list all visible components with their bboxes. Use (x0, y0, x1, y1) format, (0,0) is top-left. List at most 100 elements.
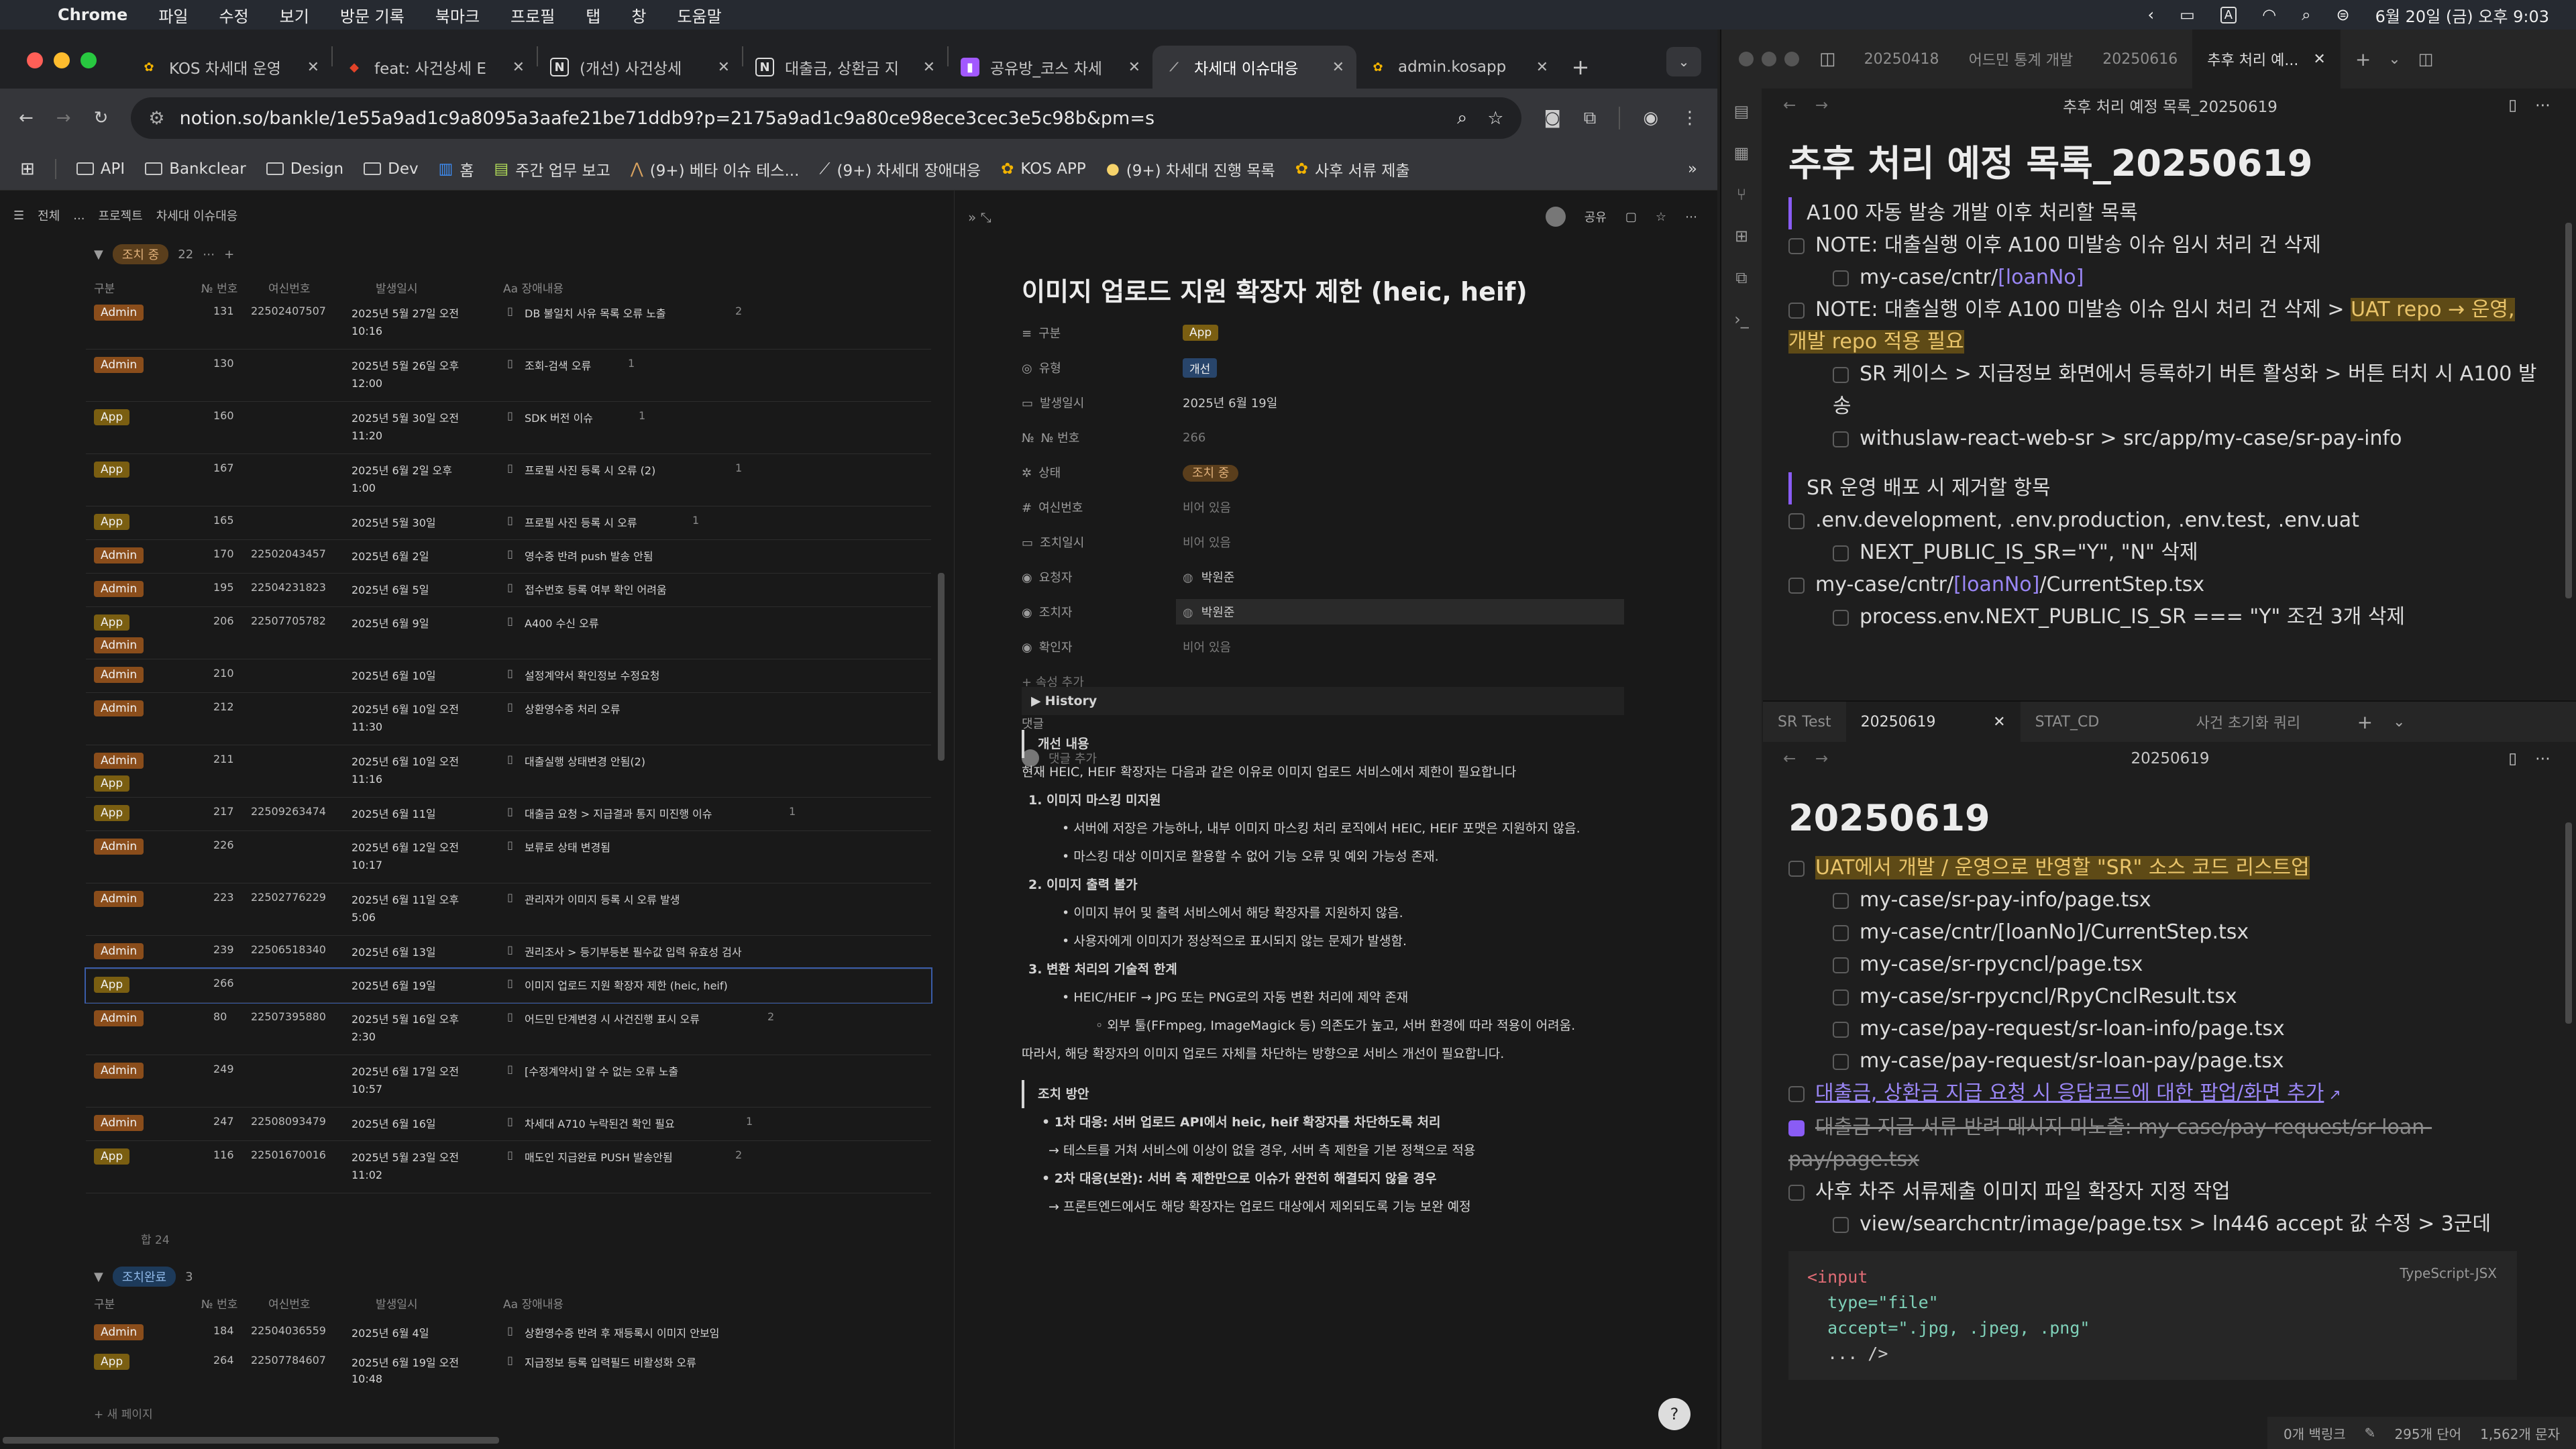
bookmark-link[interactable]: ▥ 홈 (439, 158, 474, 180)
bookmark-folder[interactable]: Dev (364, 160, 419, 178)
issue-title[interactable]: [수정계약서] 알 수 없는 오류 노출 (525, 1063, 678, 1079)
external-link[interactable]: 대출금, 상환금 지급 요청 시 응답코드에 대한 팝업/화면 추가 (1815, 1081, 2324, 1105)
issue-title[interactable]: DB 불일치 사유 목록 오류 노출 (525, 305, 666, 321)
tab[interactable]: 20250418 (1849, 30, 1954, 89)
tab-active[interactable]: 20250619 ✕ (1845, 702, 2021, 742)
task-text[interactable]: my-case/cntr/ (1860, 266, 1998, 289)
task-text[interactable]: .env.development, .env.production, .env.… (1815, 508, 2359, 532)
close-window-button[interactable] (1739, 52, 1754, 66)
menu-file[interactable]: 파일 (158, 3, 188, 27)
menu-tab[interactable]: 탭 (586, 3, 600, 27)
close-icon[interactable]: ✕ (1332, 59, 1344, 76)
checkbox[interactable] (1788, 513, 1805, 529)
property-value-cell[interactable]: 2025년 6월 19일 (1176, 390, 1624, 415)
bookmark-folder[interactable]: API (76, 160, 125, 178)
caret-right-icon[interactable]: ▶ (1031, 694, 1041, 708)
breadcrumb-ellipsis[interactable]: ... (73, 209, 85, 223)
task-text[interactable]: 대출금 지급 서류 반려 메시지 미노출: my-case/pay-reques… (1788, 1116, 2432, 1171)
url-text[interactable]: notion.so/bankle/1e55a9ad1c9a8095a3aafe2… (180, 108, 1444, 129)
back-icon[interactable]: ← (1783, 97, 1796, 114)
control-center-icon[interactable]: ⊜ (2337, 5, 2350, 24)
table-row[interactable]: Admin 170 22502043457 2025년 6월 2일 ▯ 영수증 반려 pu… (86, 539, 931, 573)
browser-tab[interactable]: N 대출금, 상환금 지 ✕ (743, 46, 947, 89)
table-row[interactable]: Admin 239 22506518340 2025년 6월 13일 ▯ 권리조사 > 등… (86, 935, 931, 969)
checkbox[interactable] (1833, 957, 1849, 973)
checkbox[interactable] (1833, 989, 1849, 1006)
checkbox[interactable] (1833, 1053, 1849, 1070)
vertical-scrollbar[interactable] (938, 573, 945, 761)
menu-bookmarks[interactable]: 북마크 (435, 3, 480, 27)
paragraph[interactable]: 따라서, 해당 확장자의 이미지 업로드 자체를 차단하는 방향으로 서비스 개… (1022, 1040, 1624, 1068)
issue-title[interactable]: 영수증 반려 push 발송 안됨 (525, 547, 653, 564)
search-icon[interactable]: ⌕ (2302, 5, 2310, 24)
menu-profiles[interactable]: 프로필 (511, 3, 555, 27)
issue-title[interactable]: 매도인 지급완료 PUSH 발송안됨 (525, 1148, 673, 1165)
graph-icon[interactable]: ⑂ (1737, 185, 1746, 204)
issue-title[interactable]: 대출금 요청 > 지급결과 통지 미진행 이슈 (525, 805, 712, 821)
checkbox[interactable] (1833, 545, 1849, 561)
issue-title[interactable]: 보류로 상태 변경됨 (525, 839, 610, 855)
more-menu-icon[interactable]: ⋮ (1681, 108, 1699, 128)
wifi-icon[interactable]: ◠ (2262, 5, 2276, 24)
checkbox[interactable] (1788, 577, 1805, 594)
issue-title[interactable]: A400 수신 오류 (525, 614, 599, 631)
tab-active[interactable]: 추후 처리 예... ✕ (2192, 30, 2341, 89)
close-icon[interactable]: ✕ (718, 59, 730, 76)
section-heading[interactable]: 개선 내용 (1022, 730, 1624, 758)
tab[interactable]: 사건 초기화 쿼리 (2182, 702, 2343, 742)
bullet-item[interactable]: • 서버에 저장은 가능하나, 내부 이미지 마스킹 처리 로직에서 HEIC,… (1022, 814, 1624, 843)
menu-window[interactable]: 창 (631, 3, 646, 27)
browser-tab[interactable]: ✿ KOS 차세대 운영 ✕ (127, 46, 331, 89)
table-row[interactable]: App 116 22501670016 2025년 5월 23일 오전 11:02 ▯ 매도… (86, 1140, 931, 1193)
tab[interactable]: 20250616 (2088, 30, 2192, 89)
column-header[interactable]: 구분 (94, 1295, 115, 1311)
checkbox[interactable] (1833, 892, 1849, 909)
issue-title[interactable]: SDK 버전 이슈 (525, 409, 593, 425)
property-value-cell[interactable]: 비어 있음 (1176, 529, 1624, 555)
task-text[interactable]: NEXT_PUBLIC_IS_SR="Y", "N" 삭제 (1860, 541, 2198, 564)
column-header[interactable]: 발생일시 (376, 1295, 418, 1311)
input-source-icon[interactable]: A (2220, 6, 2237, 23)
forward-icon[interactable]: → (1815, 97, 1828, 114)
table-row[interactable]: Admin 212 2025년 6월 10일 오전 11:30 ▯ 상환영수증 처리 오류 (86, 692, 931, 745)
horizontal-scrollbar[interactable] (3, 1437, 499, 1444)
checkbox[interactable] (1833, 924, 1849, 941)
history-toggle[interactable]: ▶ History (1022, 687, 1624, 715)
task-text[interactable]: NOTE: 대출실행 이후 A100 미발송 이슈 임시 처리 건 삭제 (1815, 233, 2321, 257)
collapse-icon[interactable]: » ⤡ (968, 209, 991, 225)
edit-icon[interactable]: ✎ (2365, 1425, 2376, 1441)
task-text[interactable]: SR 케이스 > 지급정보 화면에서 등록하기 버튼 활성화 > 버튼 터치 시… (1833, 362, 2537, 418)
breadcrumb-current[interactable]: 차세대 이슈대응 (156, 207, 238, 224)
bookmark-link[interactable]: ● (9+) 차세대 진행 목록 (1106, 158, 1275, 180)
property-row[interactable]: # 여신번호 비어 있음 (1022, 490, 1718, 525)
share-button[interactable]: 공유 (1585, 208, 1607, 225)
bullet-item[interactable]: ◦ 외부 툴(FFmpeg, ImageMagick 등) 의존도가 높고, 서… (1022, 1012, 1624, 1040)
issue-title[interactable]: 차세대 A710 누락된건 확인 필요 (525, 1115, 675, 1131)
tab[interactable]: STAT_CD (2021, 702, 2182, 742)
property-row[interactable]: ◉ 조치자 ◍ 박원준 (1022, 594, 1718, 629)
bullet-item[interactable]: • 1차 대응: 서버 업로드 API에서 heic, heif 확장자를 차단… (1022, 1108, 1624, 1136)
property-row[interactable]: ◉ 요청자 ◍ 박원준 (1022, 559, 1718, 594)
table-row[interactable]: App Admin 206 22507705782 2025년 6월 9일 ▯ A400 수… (86, 606, 931, 659)
property-row[interactable]: ◎ 유형 개선 (1022, 350, 1718, 385)
minimize-window-button[interactable] (1762, 52, 1776, 66)
table-row[interactable]: Admin 223 22502776229 2025년 6월 11일 오후 5:06 ▯ 관… (86, 883, 931, 935)
property-value-cell[interactable]: App (1176, 321, 1624, 345)
external-link-icon[interactable]: ↗ (2324, 1087, 2341, 1104)
issue-title[interactable]: 관리자가 이미지 등록 시 오류 발생 (525, 891, 680, 907)
bullet-item[interactable]: • 마스킹 대상 이미지로 활용할 수 없어 기능 오류 및 예외 가능성 존재… (1022, 843, 1624, 871)
property-value-cell[interactable]: 266 (1176, 427, 1624, 449)
issue-title[interactable]: 프로필 사진 등록 시 오류 (525, 514, 637, 530)
issue-title[interactable]: 상환영수증 반려 후 재등록시 이미지 안보임 (525, 1324, 719, 1340)
task-text[interactable]: my-case/pay-request/sr-loan-pay/page.tsx (1860, 1049, 2284, 1073)
tab[interactable]: SR Test (1763, 702, 1846, 742)
page-title[interactable]: 이미지 업로드 지원 확장자 제한 (heic, heif) (1022, 271, 1527, 308)
issue-title[interactable]: 권리조사 > 등기부등본 필수값 입력 유효성 검사 (525, 943, 742, 959)
more-bookmarks-icon[interactable]: » (1688, 160, 1697, 178)
chevron-left-icon[interactable]: ‹ (2148, 5, 2155, 24)
property-row[interactable]: ✲ 상태 조치 중 (1022, 455, 1718, 490)
caret-down-icon[interactable]: ▼ (94, 1270, 103, 1284)
zoom-icon[interactable]: ⌕ (1457, 107, 1467, 129)
property-value-cell[interactable]: 비어 있음 (1176, 494, 1624, 520)
extensions-icon[interactable]: ⧉ (1584, 108, 1597, 129)
